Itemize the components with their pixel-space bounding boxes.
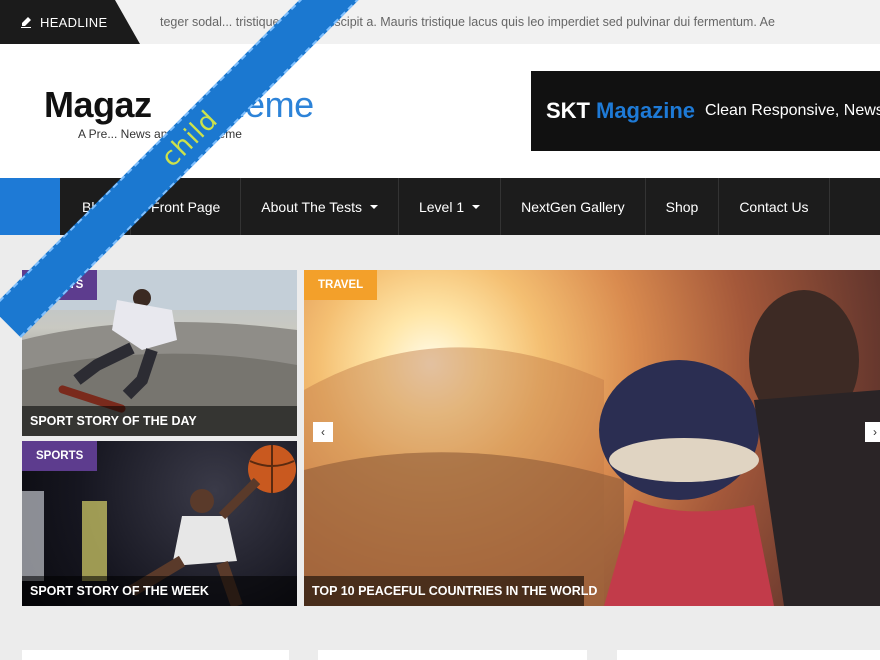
caret-down-icon bbox=[369, 204, 378, 209]
ad-product: Magazine bbox=[596, 98, 696, 123]
nav-item-nextgen-gallery[interactable]: NextGen Gallery bbox=[501, 178, 646, 235]
ad-brand: SKT bbox=[546, 98, 590, 123]
nav-item-shop[interactable]: Shop bbox=[646, 178, 720, 235]
page: HEADLINE teger sodal... tristique neque … bbox=[0, 0, 880, 660]
caret-down-icon bbox=[472, 204, 481, 209]
ticker-label: HEADLINE bbox=[0, 0, 140, 44]
category-badge[interactable]: SPORTS bbox=[22, 441, 98, 471]
ad-banner[interactable]: SKT Magazine Clean Responsive, News bbox=[531, 71, 880, 151]
pen-icon bbox=[21, 17, 31, 28]
nav-item-label: Contact Us bbox=[739, 198, 809, 215]
ticker-label-text: HEADLINE bbox=[40, 14, 108, 30]
nav-item-label: Front Page bbox=[151, 198, 221, 215]
headline-ticker: HEADLINE teger sodal... tristique neque … bbox=[0, 0, 880, 44]
nav-item-label: Level 1 bbox=[418, 198, 465, 215]
post-card[interactable] bbox=[22, 650, 289, 660]
category-badge[interactable]: TRAVEL bbox=[304, 270, 378, 300]
nav-item-label: NextGen Gallery bbox=[521, 198, 625, 215]
logo-bold: Magaz bbox=[44, 84, 152, 125]
nav-item-level-1[interactable]: Level 1 bbox=[399, 178, 502, 235]
ad-description: Clean Responsive, News bbox=[705, 102, 880, 119]
slider-next-button[interactable]: › bbox=[865, 422, 880, 442]
ticker-text[interactable]: teger sodal... tristique neque suscipit … bbox=[160, 0, 775, 44]
slider-prev-button[interactable]: ‹ bbox=[313, 422, 333, 442]
chevron-right-icon: › bbox=[873, 425, 877, 439]
nav-item-about-the-tests[interactable]: About The Tests bbox=[241, 178, 399, 235]
tile-caption[interactable]: TOP 10 PEACEFUL COUNTRIES IN THE WORLD bbox=[304, 576, 597, 606]
nav-home[interactable] bbox=[0, 178, 60, 235]
tile-caption[interactable]: SPORT STORY OF THE DAY bbox=[22, 406, 297, 436]
chevron-left-icon: ‹ bbox=[321, 425, 325, 439]
nav-item-label: Shop bbox=[665, 198, 699, 215]
bottom-cards bbox=[22, 650, 880, 660]
post-card[interactable] bbox=[318, 650, 587, 660]
nav-item-contact-us[interactable]: Contact Us bbox=[719, 178, 830, 235]
featured-slider-travel[interactable]: TRAVEL TOP 10 PEACEFUL COUNTRIES IN THE … bbox=[304, 270, 880, 606]
post-card[interactable] bbox=[617, 650, 880, 660]
sunset-couple-photo bbox=[304, 290, 880, 606]
featured-tile-sport-week[interactable]: SPORTS SPORT STORY OF THE WEEK bbox=[22, 441, 297, 606]
tile-caption[interactable]: SPORT STORY OF THE WEEK bbox=[22, 576, 297, 606]
nav-item-label: About The Tests bbox=[261, 198, 362, 215]
